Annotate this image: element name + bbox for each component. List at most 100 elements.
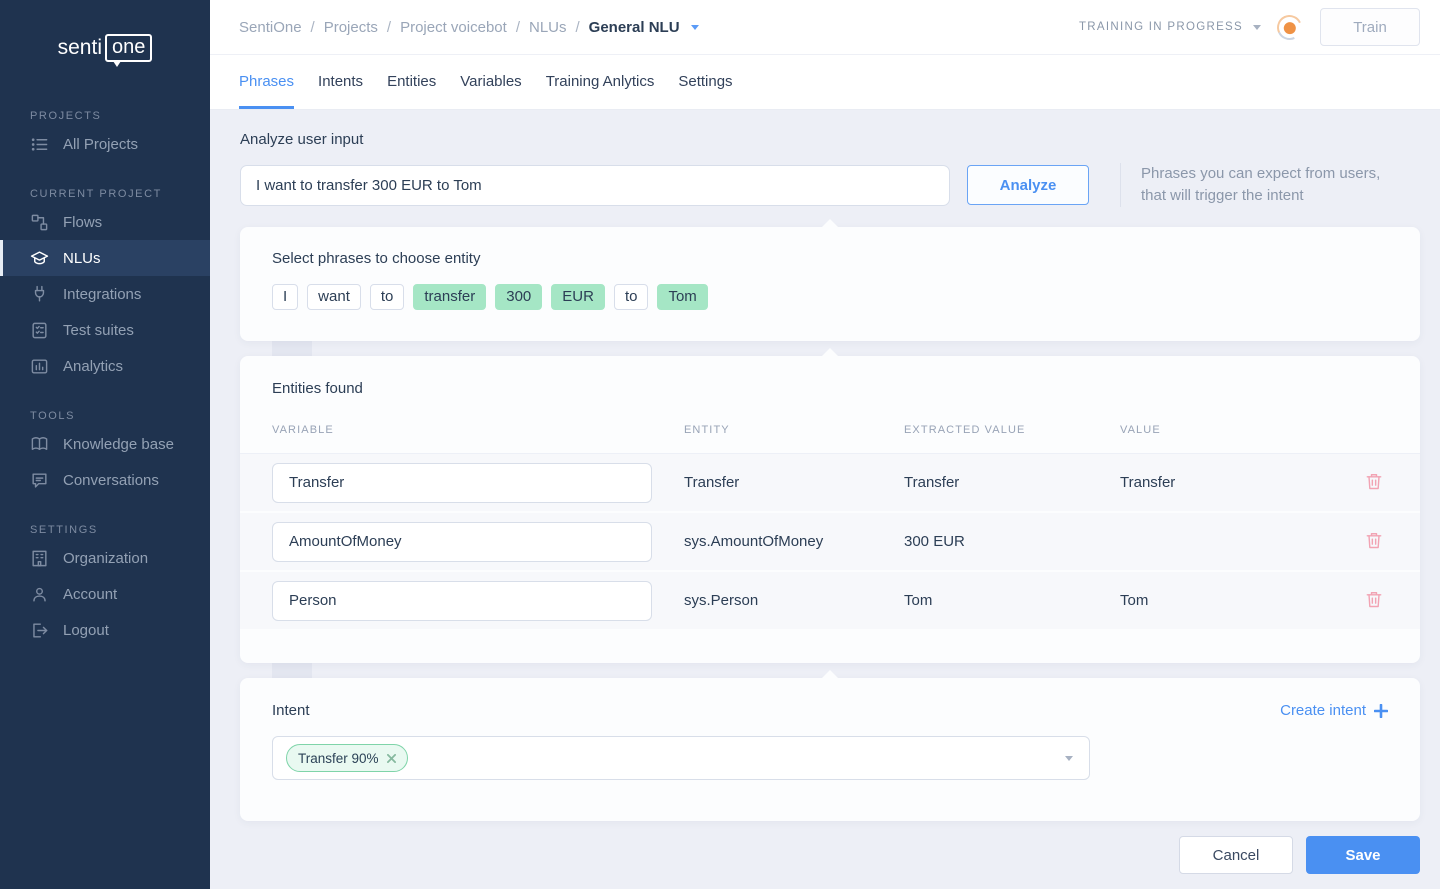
- token-chip-highlighted[interactable]: Tom: [657, 284, 707, 310]
- delete-entity-button[interactable]: [1362, 530, 1386, 554]
- logout-icon: [30, 621, 49, 640]
- hint-line: that will trigger the intent: [1141, 185, 1380, 207]
- content-area: SentiOne / Projects / Project voicebot /…: [210, 0, 1440, 889]
- remove-tag-icon[interactable]: [387, 754, 396, 763]
- breadcrumb-projects[interactable]: Projects: [324, 19, 378, 36]
- variable-name-input[interactable]: [272, 581, 652, 621]
- sidebar-item-account[interactable]: Account: [0, 576, 210, 612]
- table-row: sys.Person Tom Tom: [240, 572, 1420, 631]
- breadcrumb-current-nlu[interactable]: General NLU: [589, 19, 680, 36]
- column-header-extracted-value: EXTRACTED VALUE: [904, 424, 1120, 436]
- logo-text-suffix: one: [105, 34, 152, 62]
- token-chip[interactable]: to: [370, 284, 405, 310]
- sidebar-item-conversations[interactable]: Conversations: [0, 462, 210, 498]
- flows-icon: [30, 213, 49, 232]
- sidebar-section-projects: PROJECTS: [0, 110, 210, 126]
- sidebar-item-integrations[interactable]: Integrations: [0, 276, 210, 312]
- sidebar-item-flows[interactable]: Flows: [0, 204, 210, 240]
- create-intent-link[interactable]: Create intent: [1280, 702, 1388, 719]
- training-status-label: TRAINING IN PROGRESS: [1079, 21, 1243, 33]
- list-icon: [30, 135, 49, 154]
- entities-found-card: Entities found VARIABLE ENTITY EXTRACTED…: [240, 356, 1420, 663]
- sidebar-item-label: Knowledge base: [63, 436, 174, 453]
- entities-found-title: Entities found: [240, 380, 1420, 397]
- intent-tag-label: Transfer 90%: [298, 751, 379, 766]
- analyze-button[interactable]: Analyze: [967, 165, 1089, 205]
- sidebar-section-settings: SETTINGS: [0, 524, 210, 540]
- token-list: I want to transfer 300 EUR to Tom: [272, 284, 1388, 310]
- analyze-hint: Phrases you can expect from users, that …: [1141, 163, 1380, 207]
- intent-card: Intent Create intent Transfer 90%: [240, 678, 1420, 821]
- sidebar-item-label: Logout: [63, 622, 109, 639]
- chat-icon: [30, 471, 49, 490]
- value-cell: Tom: [1120, 592, 1362, 609]
- training-status-dropdown[interactable]: TRAINING IN PROGRESS: [1079, 21, 1261, 33]
- hint-line: Phrases you can expect from users,: [1141, 163, 1380, 185]
- intent-tag: Transfer 90%: [286, 744, 408, 772]
- main-panel: Analyze user input Analyze Phrases you c…: [210, 110, 1440, 889]
- token-chip[interactable]: I: [272, 284, 298, 310]
- sidebar-item-analytics[interactable]: Analytics: [0, 348, 210, 384]
- token-chip-highlighted[interactable]: 300: [495, 284, 542, 310]
- token-chip-highlighted[interactable]: transfer: [413, 284, 486, 310]
- cancel-button[interactable]: Cancel: [1179, 836, 1293, 874]
- sidebar-item-label: Test suites: [63, 322, 134, 339]
- delete-entity-button[interactable]: [1362, 589, 1386, 613]
- breadcrumb-nlus[interactable]: NLUs: [529, 19, 567, 36]
- breadcrumb-sentione[interactable]: SentiOne: [239, 19, 302, 36]
- sidebar-item-label: Analytics: [63, 358, 123, 375]
- entities-table-header: VARIABLE ENTITY EXTRACTED VALUE VALUE: [240, 424, 1420, 436]
- sidebar-item-logout[interactable]: Logout: [0, 612, 210, 648]
- token-chip-highlighted[interactable]: EUR: [551, 284, 605, 310]
- sidebar-section-current-project: CURRENT PROJECT: [0, 188, 210, 204]
- tab-intents[interactable]: Intents: [318, 55, 363, 109]
- chevron-down-icon[interactable]: [691, 25, 699, 30]
- column-header-variable: VARIABLE: [272, 424, 684, 436]
- sidebar-item-organization[interactable]: Organization: [0, 540, 210, 576]
- variable-name-input[interactable]: [272, 522, 652, 562]
- tab-settings[interactable]: Settings: [678, 55, 732, 109]
- train-button[interactable]: Train: [1320, 8, 1420, 46]
- sidebar-item-label: Integrations: [63, 286, 141, 303]
- analyze-row: Analyze Phrases you can expect from user…: [240, 163, 1420, 207]
- extracted-value-cell: Tom: [904, 592, 1120, 609]
- sentione-logo: sentione: [0, 0, 210, 84]
- tab-phrases[interactable]: Phrases: [239, 55, 294, 109]
- sidebar: sentione PROJECTS All Projects CURRENT P…: [0, 0, 210, 889]
- table-row: Transfer Transfer Transfer: [240, 454, 1420, 513]
- value-cell: Transfer: [1120, 474, 1362, 491]
- trash-icon: [1364, 589, 1384, 609]
- breadcrumb-separator: /: [516, 19, 520, 36]
- entities-table-body: Transfer Transfer Transfer sys.AmountOfM…: [240, 453, 1420, 631]
- token-chip[interactable]: want: [307, 284, 361, 310]
- tab-training-analytics[interactable]: Training Anlytics: [546, 55, 655, 109]
- tab-variables[interactable]: Variables: [460, 55, 521, 109]
- token-chip[interactable]: to: [614, 284, 649, 310]
- sidebar-section-tools: TOOLS: [0, 410, 210, 426]
- breadcrumb-project-voicebot[interactable]: Project voicebot: [400, 19, 507, 36]
- sidebar-item-test-suites[interactable]: Test suites: [0, 312, 210, 348]
- create-intent-label: Create intent: [1280, 702, 1366, 719]
- sidebar-item-label: Organization: [63, 550, 148, 567]
- book-icon: [30, 435, 49, 454]
- extracted-value-cell: Transfer: [904, 474, 1120, 491]
- tabs-bar: Phrases Intents Entities Variables Train…: [210, 55, 1440, 110]
- vertical-divider: [1120, 163, 1121, 207]
- sidebar-item-knowledge-base[interactable]: Knowledge base: [0, 426, 210, 462]
- intent-select[interactable]: Transfer 90%: [272, 736, 1090, 780]
- chevron-down-icon: [1065, 756, 1073, 761]
- extracted-value-cell: 300 EUR: [904, 533, 1120, 550]
- tab-entities[interactable]: Entities: [387, 55, 436, 109]
- sidebar-item-nlus[interactable]: NLUs: [0, 240, 210, 276]
- trash-icon: [1364, 471, 1384, 491]
- sidebar-item-label: Flows: [63, 214, 102, 231]
- trash-icon: [1364, 530, 1384, 550]
- variable-name-input[interactable]: [272, 463, 652, 503]
- entity-cell: sys.AmountOfMoney: [684, 533, 904, 550]
- sidebar-item-all-projects[interactable]: All Projects: [0, 126, 210, 162]
- analyze-input[interactable]: [240, 165, 950, 206]
- save-button[interactable]: Save: [1306, 836, 1420, 874]
- person-icon: [30, 585, 49, 604]
- building-icon: [30, 549, 49, 568]
- delete-entity-button[interactable]: [1362, 471, 1386, 495]
